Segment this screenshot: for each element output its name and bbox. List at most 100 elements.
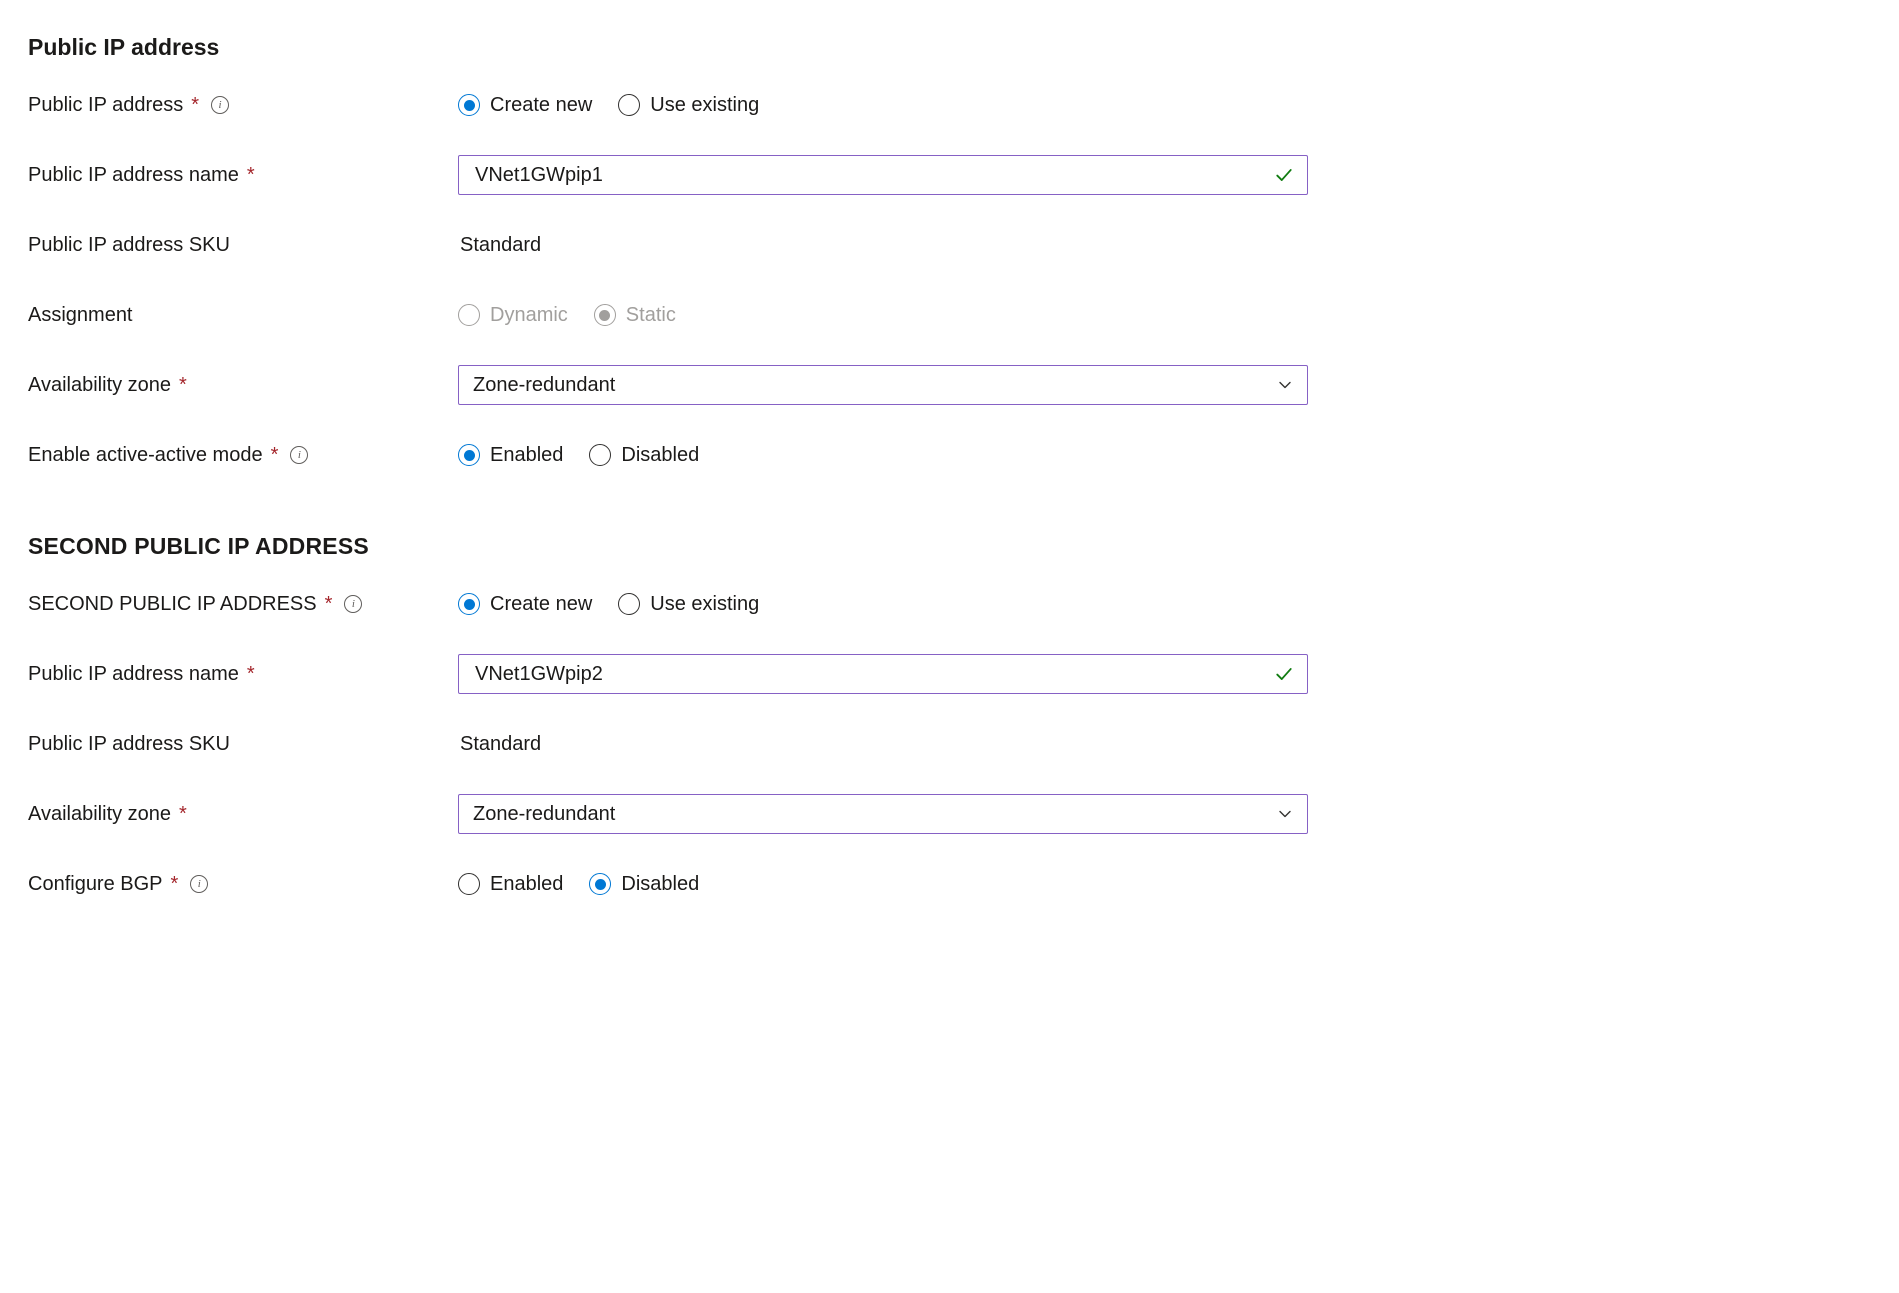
field-second-availability-zone: Zone-redundant xyxy=(458,794,1308,834)
second-pip-name-input[interactable] xyxy=(473,662,1265,687)
section-heading-second-public-ip: SECOND PUBLIC IP ADDRESS xyxy=(28,533,1308,560)
value-second-pip-sku: Standard xyxy=(458,733,1308,756)
radio-circle-icon xyxy=(594,304,616,326)
chevron-down-icon xyxy=(1277,806,1293,822)
label-text: Enable active-active mode xyxy=(28,444,263,467)
radio-dynamic: Dynamic xyxy=(458,304,568,327)
field-configure-bgp: Enabled Disabled xyxy=(458,873,1308,896)
radio-label: Disabled xyxy=(621,444,699,467)
row-second-pip-name: Public IP address name * xyxy=(28,654,1308,694)
row-second-pip-sku: Public IP address SKU Standard xyxy=(28,724,1308,764)
radio-label: Enabled xyxy=(490,873,563,896)
required-asterisk: * xyxy=(179,803,187,826)
radio-use-existing[interactable]: Use existing xyxy=(618,94,759,117)
radio-bgp-enabled[interactable]: Enabled xyxy=(458,873,563,896)
label-text: Public IP address name xyxy=(28,663,239,686)
checkmark-icon xyxy=(1275,665,1293,683)
radio-circle-icon xyxy=(618,94,640,116)
row-configure-bgp: Configure BGP * i Enabled Disabled xyxy=(28,864,1308,904)
row-pip-sku: Public IP address SKU Standard xyxy=(28,225,1308,265)
radio-label: Dynamic xyxy=(490,304,568,327)
field-assignment: Dynamic Static xyxy=(458,304,1308,327)
row-public-ip-address: Public IP address * i Create new Use exi… xyxy=(28,85,1308,125)
required-asterisk: * xyxy=(247,663,255,686)
row-availability-zone: Availability zone * Zone-redundant xyxy=(28,365,1308,405)
label-text: Public IP address xyxy=(28,94,183,117)
checkmark-icon xyxy=(1275,166,1293,184)
section-heading-public-ip: Public IP address xyxy=(28,34,1308,61)
label-text: Public IP address SKU xyxy=(28,234,230,257)
radio-group-second-pip: Create new Use existing xyxy=(458,593,759,616)
required-asterisk: * xyxy=(191,94,199,117)
radio-circle-icon xyxy=(458,873,480,895)
info-icon[interactable]: i xyxy=(344,595,362,613)
radio-label: Enabled xyxy=(490,444,563,467)
availability-zone-dropdown[interactable]: Zone-redundant xyxy=(458,365,1308,405)
radio-circle-icon xyxy=(589,444,611,466)
radio-create-new-2[interactable]: Create new xyxy=(458,593,592,616)
info-icon[interactable]: i xyxy=(211,96,229,114)
row-second-pip: SECOND PUBLIC IP ADDRESS * i Create new … xyxy=(28,584,1308,624)
label-text: Public IP address SKU xyxy=(28,733,230,756)
required-asterisk: * xyxy=(171,873,179,896)
radio-label: Disabled xyxy=(621,873,699,896)
field-public-ip-address: Create new Use existing xyxy=(458,94,1308,117)
dropdown-value: Zone-redundant xyxy=(473,374,1267,397)
radio-label: Use existing xyxy=(650,593,759,616)
row-assignment: Assignment Dynamic Static xyxy=(28,295,1308,335)
value-pip-sku: Standard xyxy=(458,234,1308,257)
label-text: Availability zone xyxy=(28,374,171,397)
label-second-pip-name: Public IP address name * xyxy=(28,663,458,686)
label-second-availability-zone: Availability zone * xyxy=(28,803,458,826)
pip-name-input[interactable] xyxy=(473,163,1265,188)
label-text: SECOND PUBLIC IP ADDRESS xyxy=(28,593,317,616)
radio-disabled[interactable]: Disabled xyxy=(589,444,699,467)
required-asterisk: * xyxy=(271,444,279,467)
field-pip-name xyxy=(458,155,1308,195)
field-second-pip-name xyxy=(458,654,1308,694)
field-second-pip: Create new Use existing xyxy=(458,593,1308,616)
label-second-pip-sku: Public IP address SKU xyxy=(28,733,458,756)
radio-label: Create new xyxy=(490,94,592,117)
required-asterisk: * xyxy=(247,164,255,187)
row-pip-name: Public IP address name * xyxy=(28,155,1308,195)
radio-group-bgp: Enabled Disabled xyxy=(458,873,699,896)
radio-circle-icon xyxy=(458,304,480,326)
row-active-active: Enable active-active mode * i Enabled Di… xyxy=(28,435,1308,475)
second-availability-zone-dropdown[interactable]: Zone-redundant xyxy=(458,794,1308,834)
radio-circle-icon xyxy=(618,593,640,615)
label-text: Assignment xyxy=(28,304,133,327)
label-configure-bgp: Configure BGP * i xyxy=(28,873,458,896)
radio-circle-icon xyxy=(589,873,611,895)
info-icon[interactable]: i xyxy=(190,875,208,893)
second-pip-name-input-wrap xyxy=(458,654,1308,694)
radio-bgp-disabled[interactable]: Disabled xyxy=(589,873,699,896)
label-pip-sku: Public IP address SKU xyxy=(28,234,458,257)
radio-enabled[interactable]: Enabled xyxy=(458,444,563,467)
pip-name-input-wrap xyxy=(458,155,1308,195)
radio-circle-icon xyxy=(458,94,480,116)
label-assignment: Assignment xyxy=(28,304,458,327)
radio-group-active-active: Enabled Disabled xyxy=(458,444,699,467)
radio-group-assignment: Dynamic Static xyxy=(458,304,676,327)
radio-use-existing-2[interactable]: Use existing xyxy=(618,593,759,616)
row-second-availability-zone: Availability zone * Zone-redundant xyxy=(28,794,1308,834)
radio-circle-icon xyxy=(458,444,480,466)
field-availability-zone: Zone-redundant xyxy=(458,365,1308,405)
label-text: Public IP address name xyxy=(28,164,239,187)
radio-create-new[interactable]: Create new xyxy=(458,94,592,117)
radio-label: Use existing xyxy=(650,94,759,117)
label-text: Configure BGP xyxy=(28,873,163,896)
radio-label: Create new xyxy=(490,593,592,616)
label-text: Availability zone xyxy=(28,803,171,826)
label-pip-name: Public IP address name * xyxy=(28,164,458,187)
info-icon[interactable]: i xyxy=(290,446,308,464)
radio-group-public-ip: Create new Use existing xyxy=(458,94,759,117)
label-active-active: Enable active-active mode * i xyxy=(28,444,458,467)
field-active-active: Enabled Disabled xyxy=(458,444,1308,467)
required-asterisk: * xyxy=(325,593,333,616)
label-second-pip: SECOND PUBLIC IP ADDRESS * i xyxy=(28,593,458,616)
radio-circle-icon xyxy=(458,593,480,615)
label-availability-zone: Availability zone * xyxy=(28,374,458,397)
chevron-down-icon xyxy=(1277,377,1293,393)
